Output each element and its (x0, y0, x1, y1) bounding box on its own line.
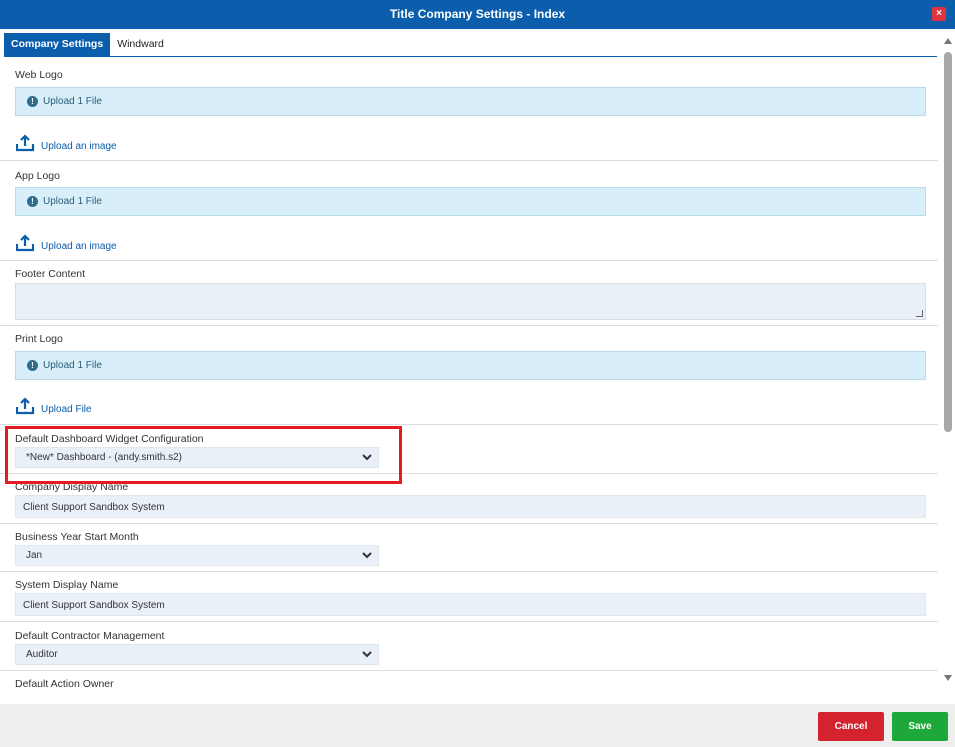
print-logo-upload-link[interactable]: Upload File (41, 404, 92, 415)
footer-content-label: Footer Content (15, 268, 86, 280)
resize-handle[interactable] (916, 310, 923, 317)
company-display-name-input[interactable]: Client Support Sandbox System (15, 495, 926, 518)
web-logo-status-text: Upload 1 File (43, 96, 102, 107)
scrollbar[interactable] (941, 33, 955, 692)
contractor-management-label: Default Contractor Management (15, 630, 165, 642)
system-display-name-input[interactable]: Client Support Sandbox System (15, 593, 926, 616)
highlight-box (5, 426, 402, 484)
system-display-name-value: Client Support Sandbox System (23, 600, 165, 611)
company-display-name-value: Client Support Sandbox System (23, 502, 165, 513)
tab-windward[interactable]: Windward (110, 33, 171, 56)
web-logo-upload-status: ! Upload 1 File (15, 87, 926, 116)
web-logo-label: Web Logo (15, 69, 63, 81)
info-icon: ! (27, 196, 38, 207)
tab-bar: Company Settings Windward (4, 33, 937, 57)
contractor-management-select[interactable]: Auditor (15, 644, 379, 665)
app-logo-upload-link[interactable]: Upload an image (41, 241, 117, 252)
contractor-management-value: Auditor (26, 649, 58, 660)
tab-company-settings[interactable]: Company Settings (4, 33, 111, 56)
upload-icon (16, 234, 35, 252)
scroll-thumb[interactable] (944, 52, 952, 432)
app-logo-label: App Logo (15, 170, 60, 182)
web-logo-upload-link[interactable]: Upload an image (41, 141, 117, 152)
chevron-down-icon (362, 651, 372, 658)
business-year-value: Jan (26, 550, 43, 561)
app-logo-upload-status: ! Upload 1 File (15, 187, 926, 216)
window-title: Title Company Settings - Index (389, 7, 566, 21)
business-year-select[interactable]: Jan (15, 545, 379, 566)
info-icon: ! (27, 360, 38, 371)
settings-form: Web Logo ! Upload 1 File Upload an image… (0, 58, 938, 692)
app-logo-status-text: Upload 1 File (43, 196, 102, 207)
footer-content-textarea[interactable] (15, 283, 926, 320)
print-logo-label: Print Logo (15, 333, 63, 345)
business-year-section: Business Year Start Month Jan (0, 524, 938, 572)
print-logo-upload-status: ! Upload 1 File (15, 351, 926, 380)
window-titlebar: Title Company Settings - Index × (0, 0, 955, 29)
app-logo-section: App Logo ! Upload 1 File Upload an image (0, 161, 938, 261)
chevron-down-icon (362, 552, 372, 559)
action-owner-label: Default Action Owner (15, 678, 114, 690)
system-display-name-section: System Display Name Client Support Sandb… (0, 572, 938, 622)
business-year-label: Business Year Start Month (15, 531, 139, 543)
print-logo-status-text: Upload 1 File (43, 360, 102, 371)
cancel-button[interactable]: Cancel (818, 712, 884, 741)
upload-icon (16, 134, 35, 152)
contractor-management-section: Default Contractor Management Auditor (0, 622, 938, 671)
upload-icon (16, 397, 35, 415)
system-display-name-label: System Display Name (15, 579, 119, 591)
footer-content-section: Footer Content (0, 261, 938, 326)
scroll-up-icon[interactable] (944, 38, 952, 44)
web-logo-section: Web Logo ! Upload 1 File Upload an image (0, 58, 938, 161)
info-icon: ! (27, 96, 38, 107)
dialog-footer: Cancel Save (0, 704, 955, 747)
close-icon[interactable]: × (932, 7, 946, 21)
save-button[interactable]: Save (892, 712, 948, 741)
scroll-down-icon[interactable] (944, 675, 952, 681)
print-logo-section: Print Logo ! Upload 1 File Upload File (0, 326, 938, 425)
